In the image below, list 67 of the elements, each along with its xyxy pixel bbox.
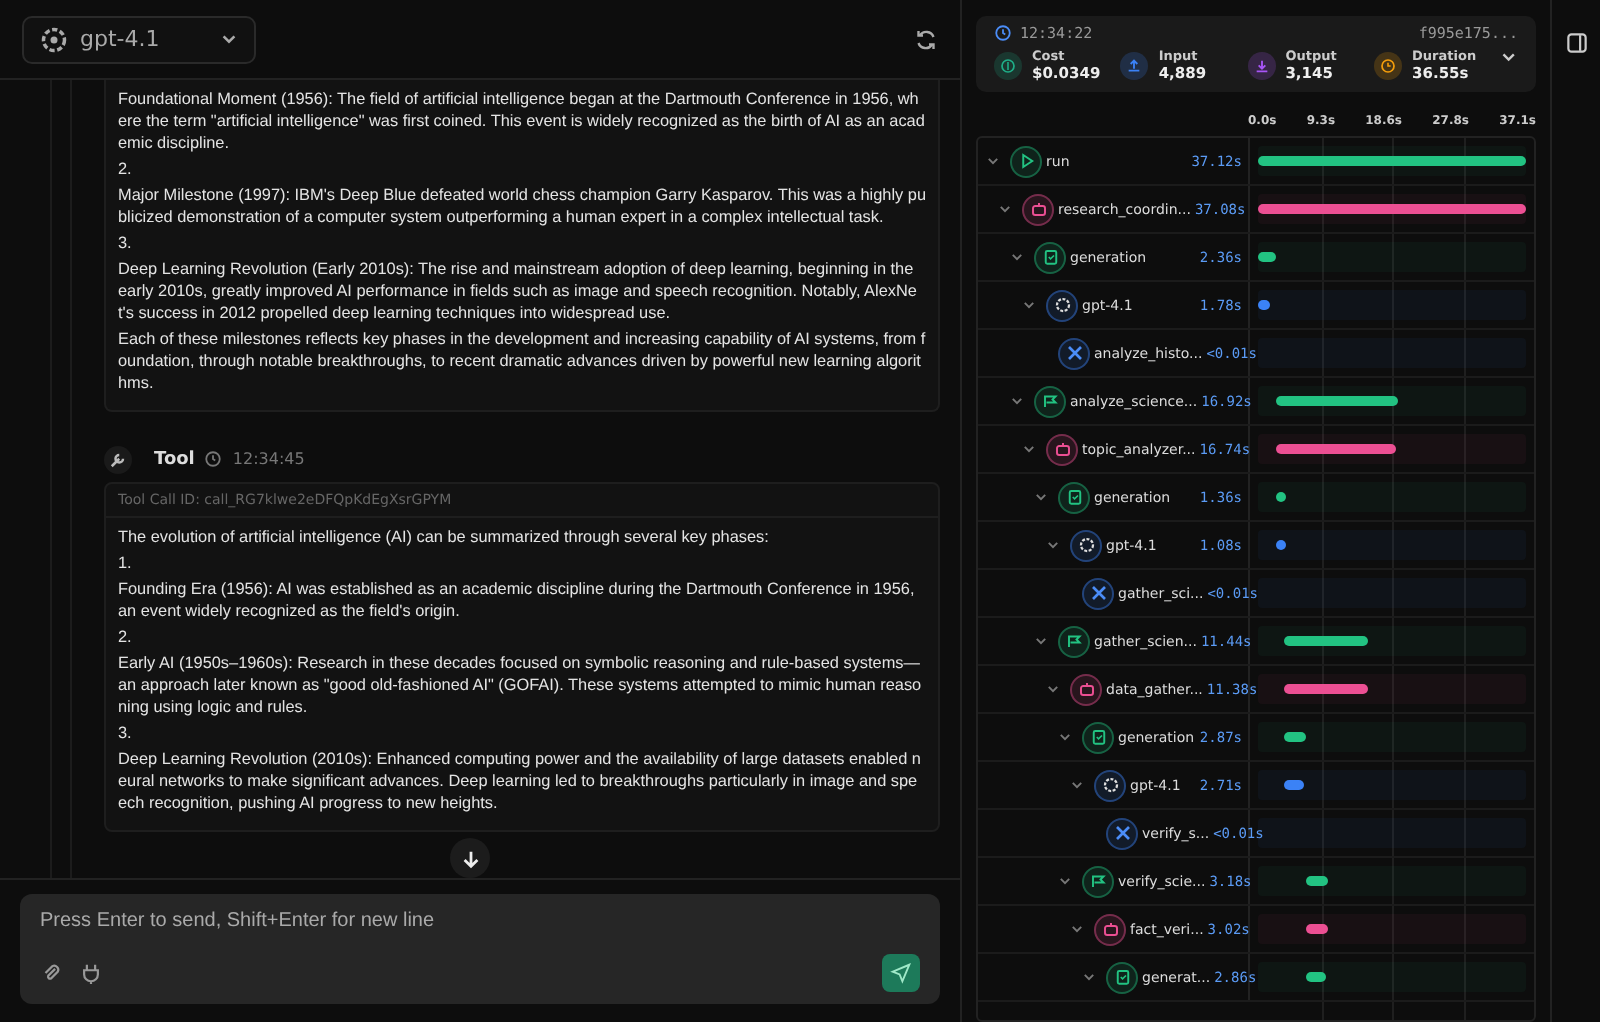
message-role: Tool (154, 449, 195, 469)
span-bar[interactable] (1258, 252, 1276, 262)
message-text: The evolution of artificial intelligence (AI) can be summarized through several key phases: (118, 526, 771, 548)
message-text: 2. (118, 158, 134, 180)
upload-icon (1120, 51, 1149, 79)
scroll-down-button[interactable] (450, 838, 490, 878)
flower-icon (40, 25, 68, 53)
message-composer[interactable]: Press Enter to send, Shift+Enter for new line (20, 894, 940, 1004)
message-text: Each of these milestones reflects key phases in the development and increasing capability of AI systems, from foundation, through notable breakthroughs, to recent dramatic advances driven by powerful new learning algorithms. (118, 328, 926, 394)
message-text: 1. (118, 552, 134, 574)
message-text: 3. (118, 232, 134, 254)
clock-icon (204, 450, 223, 468)
clipboard-icon (1058, 481, 1090, 513)
span-bar[interactable] (1305, 876, 1329, 886)
flag-icon (1034, 385, 1066, 417)
dollar-icon (994, 51, 1022, 79)
wrench-icon (104, 445, 132, 473)
message-text: Major Milestone (1997): IBM's Deep Blue defeated world chess champion Garry Kasparov. This was a highly publicized demonstration of a computer system outperforming a human expert in a complex intellectual task. (118, 184, 926, 228)
model-dropdown[interactable]: gpt-4.1 (22, 15, 256, 63)
flag-icon (1058, 625, 1090, 657)
chevron-down-icon[interactable] (1500, 48, 1519, 66)
span-bar[interactable] (1284, 684, 1368, 694)
clock-icon (994, 24, 1012, 42)
message-input[interactable]: Press Enter to send, Shift+Enter for new line (40, 906, 920, 936)
send-button[interactable] (882, 954, 920, 992)
message-text: Founding Era (1956): AI was established as an academic discipline during the Dartmouth Conference in 1956, an event widely recognized as the field's origin. (118, 578, 917, 622)
message-text: Early AI (1950s–1960s): Research in these decades focused on symbolic reasoning and rule-based systems—an approach later known as "good old-fashioned AI" (GOFAI). These systems attempted to mimic human reasoning using logic and rules. (118, 652, 924, 718)
message-text: 2. (118, 626, 134, 648)
tools-icon (1082, 577, 1114, 609)
message-text: Deep Learning Revolution (Early 2010s): The rise and mainstream adoption of deep learning, beginning in the early 2010s, greatly improved AI performance in fields such as image and speech recognition. Notably, AlexNet's success in 2012 propelled deep learning techniques into widespread use. (118, 258, 919, 324)
paperclip-icon[interactable] (40, 962, 62, 984)
span-bar[interactable] (1275, 444, 1396, 454)
span-bar[interactable] (1275, 396, 1398, 406)
flag-icon (1082, 865, 1114, 897)
span-bar[interactable] (1284, 780, 1305, 790)
flower-icon (1094, 769, 1126, 801)
robot-icon (1094, 913, 1126, 945)
message-time: 12:34:45 (232, 450, 305, 468)
span-bar[interactable] (1305, 972, 1327, 982)
tools-icon (1106, 817, 1138, 849)
clipboard-icon (1106, 961, 1138, 993)
message-text: 3. (118, 722, 134, 744)
sidebar-toggle-icon[interactable] (1565, 32, 1587, 54)
chevron-down-icon (220, 30, 238, 48)
arrow-down-icon (459, 847, 481, 869)
clipboard-icon (1082, 721, 1114, 753)
message-text: Foundational Moment (1956): The field of artificial intelligence began at the Dartmouth Conference in 1956, where the term "artificial intelligence" was first coined. This event is widely recognized as the birth of AI as an academic discipline. (118, 88, 926, 154)
span-bar[interactable] (1305, 924, 1328, 934)
span-bar[interactable] (1258, 300, 1271, 310)
robot-icon (1070, 673, 1102, 705)
clipboard-icon (1034, 241, 1066, 273)
send-icon (890, 962, 912, 984)
tools-icon (1058, 337, 1090, 369)
robot-icon (1046, 433, 1078, 465)
span-bar[interactable] (1275, 540, 1286, 550)
message-text: Deep Learning Revolution (2010s): Enhanced computing power and the availability of large datasets enabled neural networks to make significant advances. Deep learning led to breakthroughs particularly in image and speech recognition, pushing AI progress to new heights. (118, 748, 923, 814)
span-bar[interactable] (1284, 636, 1368, 646)
span-bar[interactable] (1275, 492, 1286, 502)
download-icon (1247, 51, 1276, 79)
play-icon (1010, 145, 1042, 177)
refresh-icon[interactable] (914, 27, 938, 51)
flower-icon (1070, 529, 1102, 561)
flower-icon (1046, 289, 1078, 321)
plug-icon[interactable] (80, 962, 102, 984)
robot-icon (1022, 193, 1054, 225)
span-bar[interactable] (1284, 732, 1306, 742)
timer-icon (1374, 51, 1403, 79)
